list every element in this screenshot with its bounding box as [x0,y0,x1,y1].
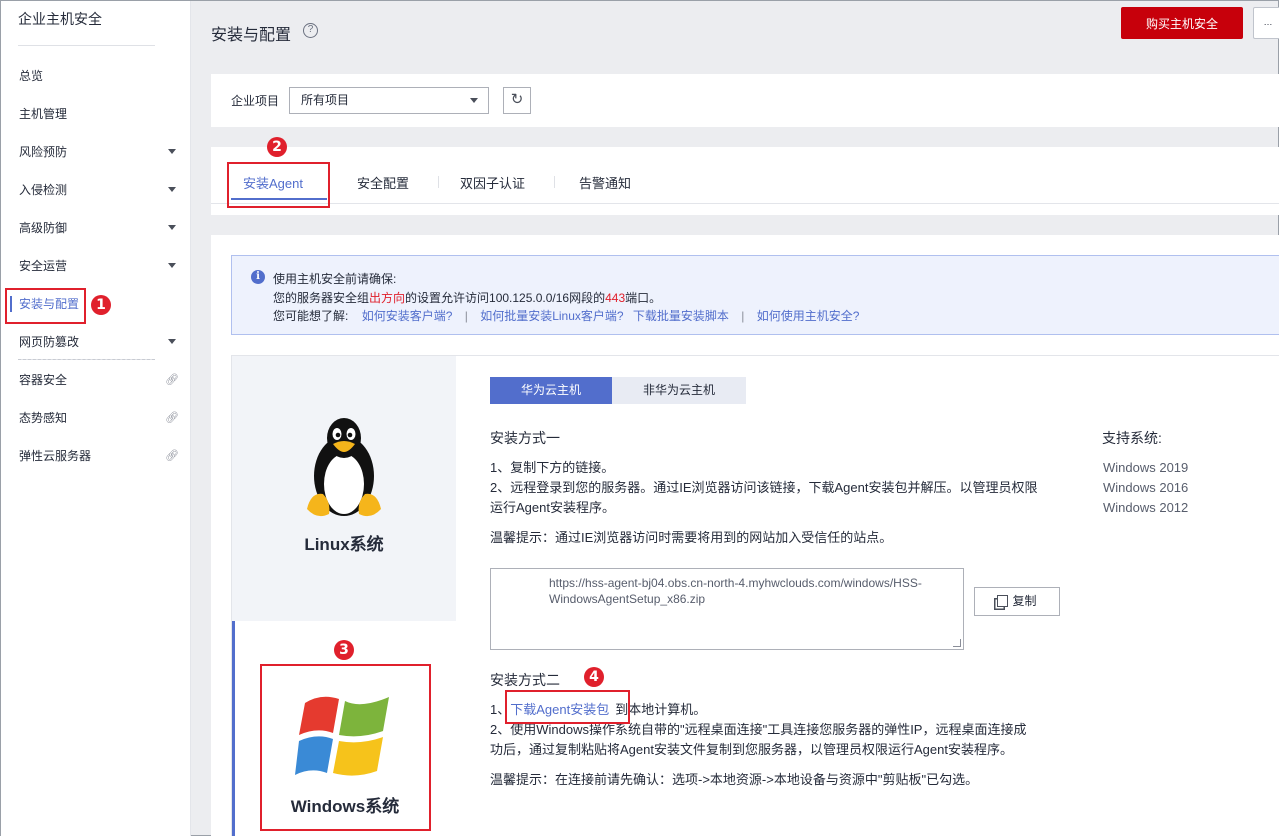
tab-separator [554,176,555,188]
annotation-box [505,690,630,724]
tabs-bar: 安装Agent 安全配置 双因子认证 告警通知 [211,147,1279,215]
link-how-to-install[interactable]: 如何安装客户端? [362,309,453,323]
refresh-button[interactable]: ↻ [503,87,531,114]
method-2-tip: 温馨提示：在连接前请先确认：选项->本地资源->本地设备与资源中"剪贴板"已勾选… [490,772,979,787]
tab-security-config[interactable]: 安全配置 [357,173,409,192]
sidebar: 企业主机安全 总览 主机管理 风险预防 入侵检测 高级防御 安全运营 安装与配置… [1,1,191,836]
external-link-icon: 🔗︎ [165,374,179,386]
buy-host-security-button[interactable]: 购买主机安全 [1121,7,1243,39]
sidebar-item-ecs[interactable]: 弹性云服务器 🔗︎ [1,441,191,471]
supported-system: Windows 2012 [1103,500,1189,515]
sidebar-item-host-management[interactable]: 主机管理 [1,99,191,129]
os-linux-label: Linux系统 [304,535,384,554]
project-select[interactable]: 所有项目 [289,87,489,114]
page-title: 安装与配置 [211,27,292,44]
chevron-down-icon [470,98,478,103]
agent-url-textarea[interactable]: https://hss-agent-bj04.obs.cn-north-4.my… [490,568,964,650]
divider [18,359,155,360]
divider [18,45,155,46]
link-download-batch-script[interactable]: 下载批量安装脚本 [633,309,729,323]
external-link-icon: 🔗︎ [165,412,179,424]
more-button[interactable]: … [1253,7,1279,39]
tab-two-factor-auth[interactable]: 双因子认证 [460,173,525,192]
method-2-title: 安装方式二 [490,672,560,688]
chevron-down-icon [168,187,176,192]
copy-button[interactable]: 复制 [974,587,1060,616]
sidebar-item-situation-awareness[interactable]: 态势感知 🔗︎ [1,403,191,433]
chevron-down-icon [168,339,176,344]
notice-line-2: 您的服务器安全组出方向的设置允许访问100.125.0.0/16网段的443端口… [273,291,662,305]
divider [211,203,1279,204]
annotation-badge-3: 3 [334,640,354,660]
main-content: i 使用主机安全前请确保: 您的服务器安全组出方向的设置允许访问100.125.… [211,235,1279,836]
info-icon: i [251,270,265,284]
link-how-to-use[interactable]: 如何使用主机安全? [757,309,860,323]
segment-non-huawei-cloud-host[interactable]: 非华为云主机 [612,377,746,404]
tab-separator [438,176,439,188]
sidebar-item-container-security[interactable]: 容器安全 🔗︎ [1,365,191,395]
annotation-box [5,288,86,324]
chevron-down-icon [168,263,176,268]
method-1-step-2b: 运行Agent安装程序。 [490,500,615,515]
chevron-down-icon [168,225,176,230]
annotation-badge-1: 1 [91,295,111,315]
segment-huawei-cloud-host[interactable]: 华为云主机 [490,377,612,404]
copy-icon [997,595,1009,607]
link-batch-install-linux[interactable]: 如何批量安装Linux客户端? [480,309,623,323]
os-selector: Linux系统 Windows系统 [231,355,456,836]
annotation-badge-4: 4 [584,667,604,687]
project-select-value: 所有项目 [301,93,350,107]
help-icon[interactable]: ? [303,23,318,38]
external-link-icon: 🔗︎ [165,450,179,462]
linux-penguin-icon [307,418,381,517]
refresh-icon: ↻ [510,91,524,108]
annotation-box [227,162,330,208]
sidebar-item-security-operations[interactable]: 安全运营 [1,251,191,281]
notice-box: i 使用主机安全前请确保: 您的服务器安全组出方向的设置允许访问100.125.… [231,255,1279,335]
os-option-linux[interactable]: Linux系统 [232,356,456,621]
method-2-step-2b: 功后，通过复制粘贴将Agent安装文件复制到您服务器，以管理员权限运行Agent… [490,742,1013,757]
supported-system: Windows 2019 [1103,460,1189,475]
sidebar-title: 企业主机安全 [18,11,102,27]
supported-system: Windows 2016 [1103,480,1189,495]
method-1-title: 安装方式一 [490,430,560,446]
annotation-badge-2: 2 [267,137,287,157]
method-1-tip: 温馨提示：通过IE浏览器访问时需要将用到的网站加入受信任的站点。 [490,530,893,545]
method-1-step-1: 1、复制下方的链接。 [490,460,615,475]
project-label: 企业项目 [231,94,280,108]
sidebar-item-web-tamper-protection[interactable]: 网页防篡改 [1,327,191,357]
project-bar: 企业项目 所有项目 ↻ [211,74,1279,127]
notice-line-1: 使用主机安全前请确保: [273,272,397,286]
chevron-down-icon [168,149,176,154]
sidebar-item-advanced-defense[interactable]: 高级防御 [1,213,191,243]
tab-alarm-notification[interactable]: 告警通知 [579,173,631,192]
supported-systems-title: 支持系统: [1102,430,1162,446]
notice-line-3: 您可能想了解: 如何安装客户端? | 如何批量安装Linux客户端? 下载批量安… [273,309,860,323]
method-1-step-2a: 2、远程登录到您的服务器。通过IE浏览器访问该链接，下载Agent安装包并解压。… [490,480,1038,495]
annotation-box [260,664,431,831]
sidebar-item-risk-prevention[interactable]: 风险预防 [1,137,191,167]
sidebar-item-intrusion-detection[interactable]: 入侵检测 [1,175,191,205]
sidebar-item-overview[interactable]: 总览 [1,61,191,91]
resize-handle-icon[interactable] [953,639,961,647]
